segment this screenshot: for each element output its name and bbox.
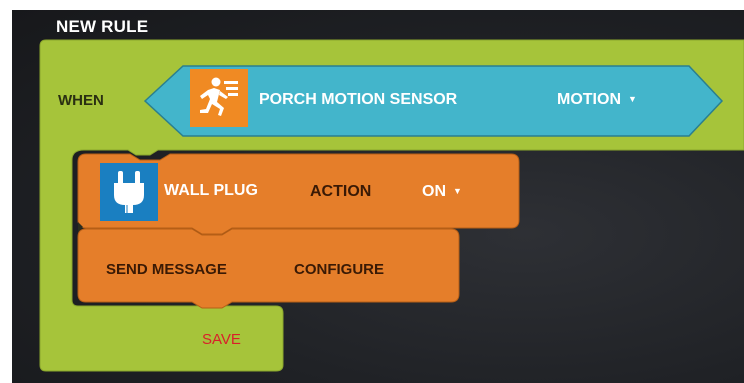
canvas: NEW RULE WHEN PORCH MOTION SENSOR MOTION… (0, 0, 744, 383)
action-label: ACTION (310, 183, 372, 200)
trigger-device-name: PORCH MOTION SENSOR (259, 91, 458, 108)
save-button[interactable]: SAVE (202, 331, 241, 348)
configure-button[interactable]: CONFIGURE (294, 261, 384, 278)
action-device-name: WALL PLUG (164, 182, 258, 199)
trigger-value-dropdown[interactable]: MOTION ▼ (557, 91, 637, 109)
running-person-icon (190, 69, 248, 127)
rule-title: NEW RULE (56, 17, 149, 36)
dropdown-caret-icon: ▼ (628, 94, 637, 104)
plug-icon (100, 163, 158, 221)
send-message-label: SEND MESSAGE (106, 261, 227, 278)
action-value-dropdown[interactable]: ON ▼ (422, 183, 462, 201)
when-label: WHEN (58, 92, 104, 109)
trigger-value-text: MOTION (557, 91, 621, 108)
action-value-text: ON (422, 183, 446, 200)
dropdown-caret-icon: ▼ (453, 186, 462, 196)
